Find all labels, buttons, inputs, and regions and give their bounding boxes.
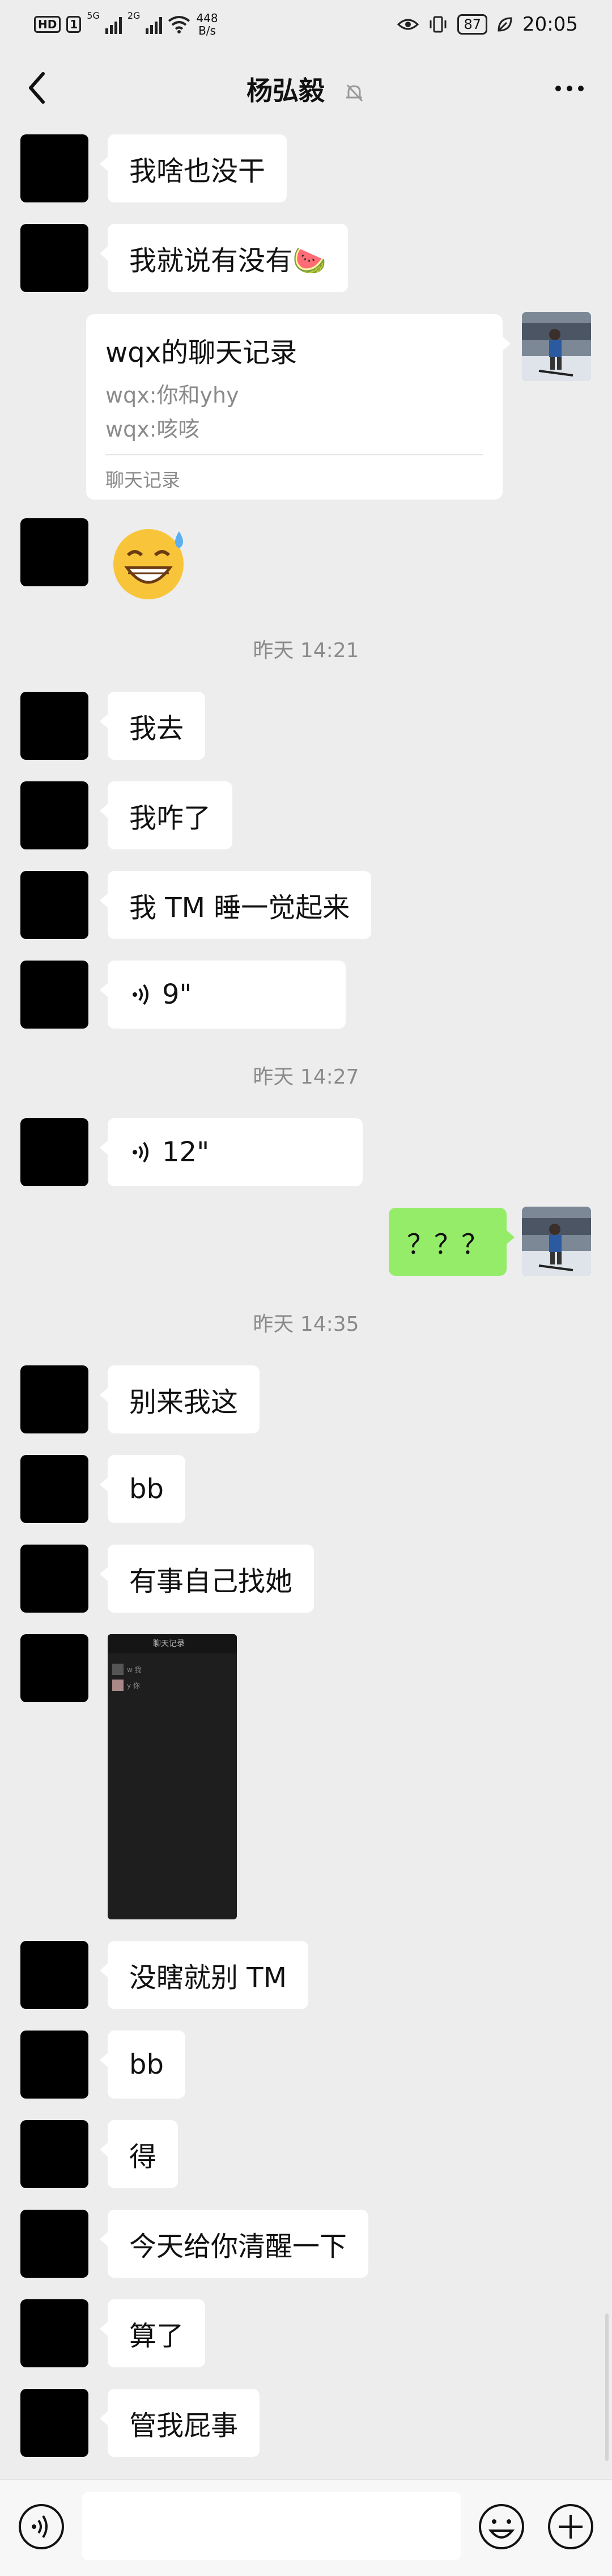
thumb-row: w 我	[127, 1666, 142, 1674]
timestamp: 昨天 14:21	[253, 639, 359, 662]
message-bubble[interactable]: 我咋了	[99, 781, 233, 849]
signal-icon-2	[146, 15, 163, 34]
wifi-icon	[168, 16, 190, 33]
message-bubble[interactable]: 今天给你清醒一下	[99, 2210, 369, 2278]
thumb-row: y 你	[127, 1682, 140, 1690]
message-bubble[interactable]: 管我屁事	[99, 2389, 260, 2457]
net-speed-value: 448	[196, 11, 218, 25]
net-speed: 448 B/s	[196, 12, 218, 37]
contact-avatar[interactable]	[20, 134, 88, 202]
status-bar: HD 1 5G 2G 448 B/s 87 20:05	[0, 0, 612, 51]
message-bubble[interactable]: 我就说有没有🍉	[100, 224, 348, 292]
contact-avatar[interactable]	[20, 692, 88, 760]
message-bubble[interactable]: bb	[100, 1455, 185, 1523]
contact-avatar[interactable]	[20, 961, 88, 1029]
skier-photo	[522, 1207, 591, 1276]
voice-wave-icon	[133, 984, 148, 1005]
contact-name: 杨弘毅	[246, 75, 325, 106]
message-input[interactable]	[82, 2492, 461, 2560]
forward-line: wqx:咳咳	[105, 417, 200, 442]
signal-icon	[105, 15, 122, 34]
contact-avatar[interactable]	[20, 224, 88, 292]
contact-avatar[interactable]	[20, 1941, 88, 2009]
contact-avatar[interactable]	[20, 2389, 88, 2457]
bell-off-icon	[346, 84, 363, 101]
voice-icon[interactable]	[17, 2502, 66, 2551]
contact-avatar[interactable]	[20, 518, 88, 586]
contact-avatar[interactable]	[20, 1455, 88, 1523]
contact-avatar[interactable]	[20, 2299, 88, 2367]
image-message[interactable]: 聊天记录 w 我 y 你	[108, 1634, 237, 1919]
message-bubble[interactable]: 算了	[99, 2299, 206, 2367]
emoji-sticker[interactable]	[108, 519, 193, 604]
sim-badge: 1	[66, 16, 82, 33]
my-avatar[interactable]	[522, 312, 591, 381]
contact-avatar[interactable]	[20, 1545, 88, 1613]
thumb-header: 聊天记录	[153, 1639, 185, 1648]
my-message-bubble[interactable]: ？？？	[389, 1208, 515, 1276]
forwarded-chat-card[interactable]: wqx的聊天记录 wqx:你和yhy wqx:咳咳 聊天记录	[86, 314, 511, 500]
chat-title: 杨弘毅	[0, 70, 612, 108]
message-bubble[interactable]: 别来我这	[99, 1365, 260, 1433]
message-bubble[interactable]: 得	[99, 2120, 178, 2188]
input-bar	[0, 2479, 612, 2576]
hd-badge: HD	[34, 16, 61, 33]
voice-message[interactable]: 9"	[100, 961, 346, 1029]
status-right: 87 20:05	[397, 10, 578, 39]
message-bubble[interactable]: 我啥也没干	[99, 134, 287, 202]
status-left: HD 1 5G 2G 448 B/s	[34, 10, 218, 39]
message-bubble[interactable]: bb	[100, 2031, 185, 2099]
battery-indicator: 87	[457, 14, 488, 35]
message-bubble[interactable]: 我去	[99, 692, 206, 760]
voice-duration: 9"	[162, 979, 192, 1010]
forward-line: wqx:你和yhy	[105, 383, 239, 408]
forward-title: wqx的聊天记录	[105, 337, 298, 369]
message-bubble[interactable]: 有事自己找她	[99, 1545, 314, 1613]
voice-duration: 12"	[162, 1136, 210, 1168]
timestamp: 昨天 14:35	[253, 1313, 359, 1336]
emoji-icon[interactable]	[477, 2502, 526, 2551]
net-speed-unit: B/s	[198, 24, 216, 37]
timestamp: 昨天 14:27	[253, 1065, 359, 1089]
contact-avatar[interactable]	[20, 1634, 88, 1702]
skier-photo	[522, 312, 591, 381]
chat-header: 杨弘毅	[0, 51, 612, 125]
voice-message[interactable]: 12"	[100, 1118, 363, 1186]
message-bubble[interactable]: 我 TM 睡一觉起来	[99, 871, 372, 939]
eye-icon	[397, 19, 419, 30]
forward-footer: 聊天记录	[105, 469, 180, 491]
plus-icon[interactable]	[546, 2502, 595, 2551]
forward-divider	[105, 454, 483, 455]
contact-avatar[interactable]	[20, 2120, 88, 2188]
my-avatar[interactable]	[522, 1207, 591, 1276]
thumb-avatar	[112, 1664, 124, 1675]
network-2g-label: 2G	[127, 10, 141, 21]
voice-wave-icon	[133, 1141, 148, 1163]
more-dots-icon[interactable]	[550, 71, 589, 105]
network-5g-label: 5G	[87, 10, 100, 21]
contact-avatar[interactable]	[20, 1365, 88, 1433]
contact-avatar[interactable]	[20, 1118, 88, 1186]
clock: 20:05	[522, 13, 578, 36]
vibrate-icon	[430, 16, 447, 33]
scrollbar[interactable]	[605, 2313, 609, 2461]
thumb-avatar	[112, 1680, 124, 1691]
message-bubble[interactable]: 没瞎就别 TM	[100, 1941, 308, 2009]
sweat-smile-emoji-icon	[113, 529, 184, 599]
contact-avatar[interactable]	[20, 2210, 88, 2278]
leaf-icon	[498, 17, 512, 32]
contact-avatar[interactable]	[20, 781, 88, 849]
contact-avatar[interactable]	[20, 871, 88, 939]
contact-avatar[interactable]	[20, 2031, 88, 2099]
